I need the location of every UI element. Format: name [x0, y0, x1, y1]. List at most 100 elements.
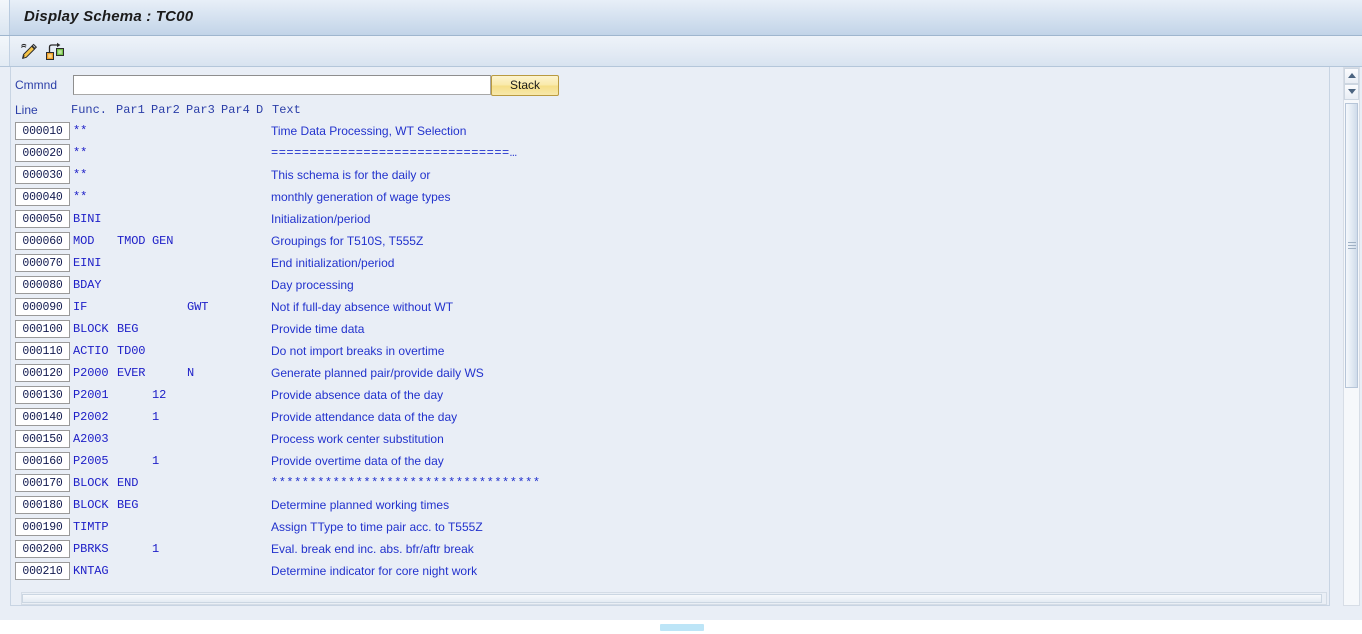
cell-func[interactable]: BDAY: [73, 278, 102, 292]
cell-func[interactable]: P2005: [73, 454, 109, 468]
line-number-field[interactable]: [15, 540, 70, 558]
cell-func[interactable]: **: [73, 124, 87, 138]
column-header-par3: Par3: [186, 103, 215, 117]
cell-text[interactable]: Determine indicator for core night work: [271, 564, 477, 578]
vertical-scrollbar-thumb[interactable]: [1345, 103, 1358, 388]
line-number-field[interactable]: [15, 188, 70, 206]
table-row: BINI Initialization/period: [11, 209, 1329, 231]
cell-text[interactable]: This schema is for the daily or: [271, 168, 430, 182]
cell-func[interactable]: P2001: [73, 388, 109, 402]
cell-func[interactable]: IF: [73, 300, 87, 314]
cell-func[interactable]: BLOCK: [73, 498, 109, 512]
line-number-field[interactable]: [15, 474, 70, 492]
cell-func[interactable]: ACTIO: [73, 344, 109, 358]
line-number-field[interactable]: [15, 342, 70, 360]
line-number-field[interactable]: [15, 496, 70, 514]
line-number-field[interactable]: [15, 518, 70, 536]
cell-text[interactable]: Process work center substitution: [271, 432, 444, 446]
line-number-field[interactable]: [15, 562, 70, 580]
cell-text[interactable]: Generate planned pair/provide daily WS: [271, 366, 484, 380]
cell-func[interactable]: BINI: [73, 212, 102, 226]
cell-func[interactable]: A2003: [73, 432, 109, 446]
cell-text[interactable]: Initialization/period: [271, 212, 370, 226]
cell-func[interactable]: P2002: [73, 410, 109, 424]
line-number-field[interactable]: [15, 232, 70, 250]
cell-text[interactable]: monthly generation of wage types: [271, 190, 450, 204]
cell-func[interactable]: **: [73, 146, 87, 160]
cell-text[interactable]: Groupings for T510S, T555Z: [271, 234, 423, 248]
cell-text[interactable]: Provide overtime data of the day: [271, 454, 444, 468]
line-number-field[interactable]: [15, 320, 70, 338]
cell-par3[interactable]: GWT: [187, 300, 208, 314]
cell-text[interactable]: Determine planned working times: [271, 498, 449, 512]
scroll-down-icon[interactable]: [1344, 84, 1359, 100]
cell-par1[interactable]: BEG: [117, 322, 138, 336]
cell-func[interactable]: EINI: [73, 256, 102, 270]
cell-text[interactable]: Do not import breaks in overtime: [271, 344, 444, 358]
cell-func[interactable]: MOD: [73, 234, 94, 248]
cell-func[interactable]: KNTAG: [73, 564, 109, 578]
cell-func[interactable]: P2000: [73, 366, 109, 380]
cell-text[interactable]: ===============================…: [271, 146, 517, 160]
cell-text[interactable]: Day processing: [271, 278, 354, 292]
command-input[interactable]: [73, 75, 491, 95]
toolbar-left-edge: [0, 36, 10, 66]
line-number-field[interactable]: [15, 276, 70, 294]
cell-par1[interactable]: TD00: [117, 344, 146, 358]
cell-func[interactable]: TIMTP: [73, 520, 109, 534]
cell-text[interactable]: End initialization/period: [271, 256, 394, 270]
structure-navigate-icon[interactable]: [44, 41, 66, 62]
table-row: EINI End initialization/period: [11, 253, 1329, 275]
line-number-field[interactable]: [15, 408, 70, 426]
line-number-field[interactable]: [15, 452, 70, 470]
page-horizontal-scrollbar[interactable]: [0, 620, 1362, 634]
cell-func[interactable]: PBRKS: [73, 542, 109, 556]
line-number-field[interactable]: [15, 298, 70, 316]
cell-text[interactable]: Provide absence data of the day: [271, 388, 443, 402]
line-number-field[interactable]: [15, 386, 70, 404]
cell-par1[interactable]: EVER: [117, 366, 146, 380]
line-number-field[interactable]: [15, 364, 70, 382]
cell-par2[interactable]: 12: [152, 388, 166, 402]
cell-text[interactable]: ***********************************: [271, 476, 541, 490]
line-number-field[interactable]: [15, 210, 70, 228]
cell-text[interactable]: Eval. break end inc. abs. bfr/aftr break: [271, 542, 474, 556]
column-header-d: D: [256, 103, 264, 117]
cell-par2[interactable]: 1: [152, 542, 159, 556]
sap-gui-window: Display Schema : TC00 Cmmnd Stack Line F…: [0, 0, 1362, 634]
column-header-par2: Par2: [151, 103, 180, 117]
cell-par3[interactable]: N: [187, 366, 194, 380]
line-number-field[interactable]: [15, 254, 70, 272]
scroll-up-icon[interactable]: [1344, 68, 1359, 84]
cell-func[interactable]: BLOCK: [73, 322, 109, 336]
cell-par2[interactable]: 1: [152, 454, 159, 468]
horizontal-scrollbar-thumb[interactable]: [22, 594, 1322, 603]
column-header-par4: Par4: [221, 103, 250, 117]
cell-text[interactable]: Assign TType to time pair acc. to T555Z: [271, 520, 483, 534]
title-bar: Display Schema : TC00: [0, 0, 1362, 36]
cell-text[interactable]: Provide attendance data of the day: [271, 410, 457, 424]
cell-func[interactable]: **: [73, 190, 87, 204]
table-row: BDAY Day processing: [11, 275, 1329, 297]
stack-button[interactable]: Stack: [491, 75, 559, 96]
cell-text[interactable]: Not if full-day absence without WT: [271, 300, 453, 314]
cell-par1[interactable]: END: [117, 476, 138, 490]
cell-func[interactable]: **: [73, 168, 87, 182]
cell-par1[interactable]: TMOD: [117, 234, 146, 248]
cell-par1[interactable]: BEG: [117, 498, 138, 512]
change-mode-icon[interactable]: [18, 41, 40, 62]
cell-text[interactable]: Time Data Processing, WT Selection: [271, 124, 466, 138]
horizontal-scrollbar[interactable]: [21, 592, 1327, 605]
line-number-field[interactable]: [15, 430, 70, 448]
vertical-scrollbar[interactable]: [1343, 67, 1360, 606]
line-number-field[interactable]: [15, 122, 70, 140]
page-horizontal-scrollbar-thumb[interactable]: [660, 624, 704, 631]
cell-text[interactable]: Provide time data: [271, 322, 364, 336]
line-number-field[interactable]: [15, 144, 70, 162]
line-number-field[interactable]: [15, 166, 70, 184]
cell-par2[interactable]: GEN: [152, 234, 173, 248]
cell-func[interactable]: BLOCK: [73, 476, 109, 490]
table-row: TIMTP Assign TType to time pair acc. to T…: [11, 517, 1329, 539]
table-row: ACTIO TD00 Do not import breaks in overtim…: [11, 341, 1329, 363]
cell-par2[interactable]: 1: [152, 410, 159, 424]
